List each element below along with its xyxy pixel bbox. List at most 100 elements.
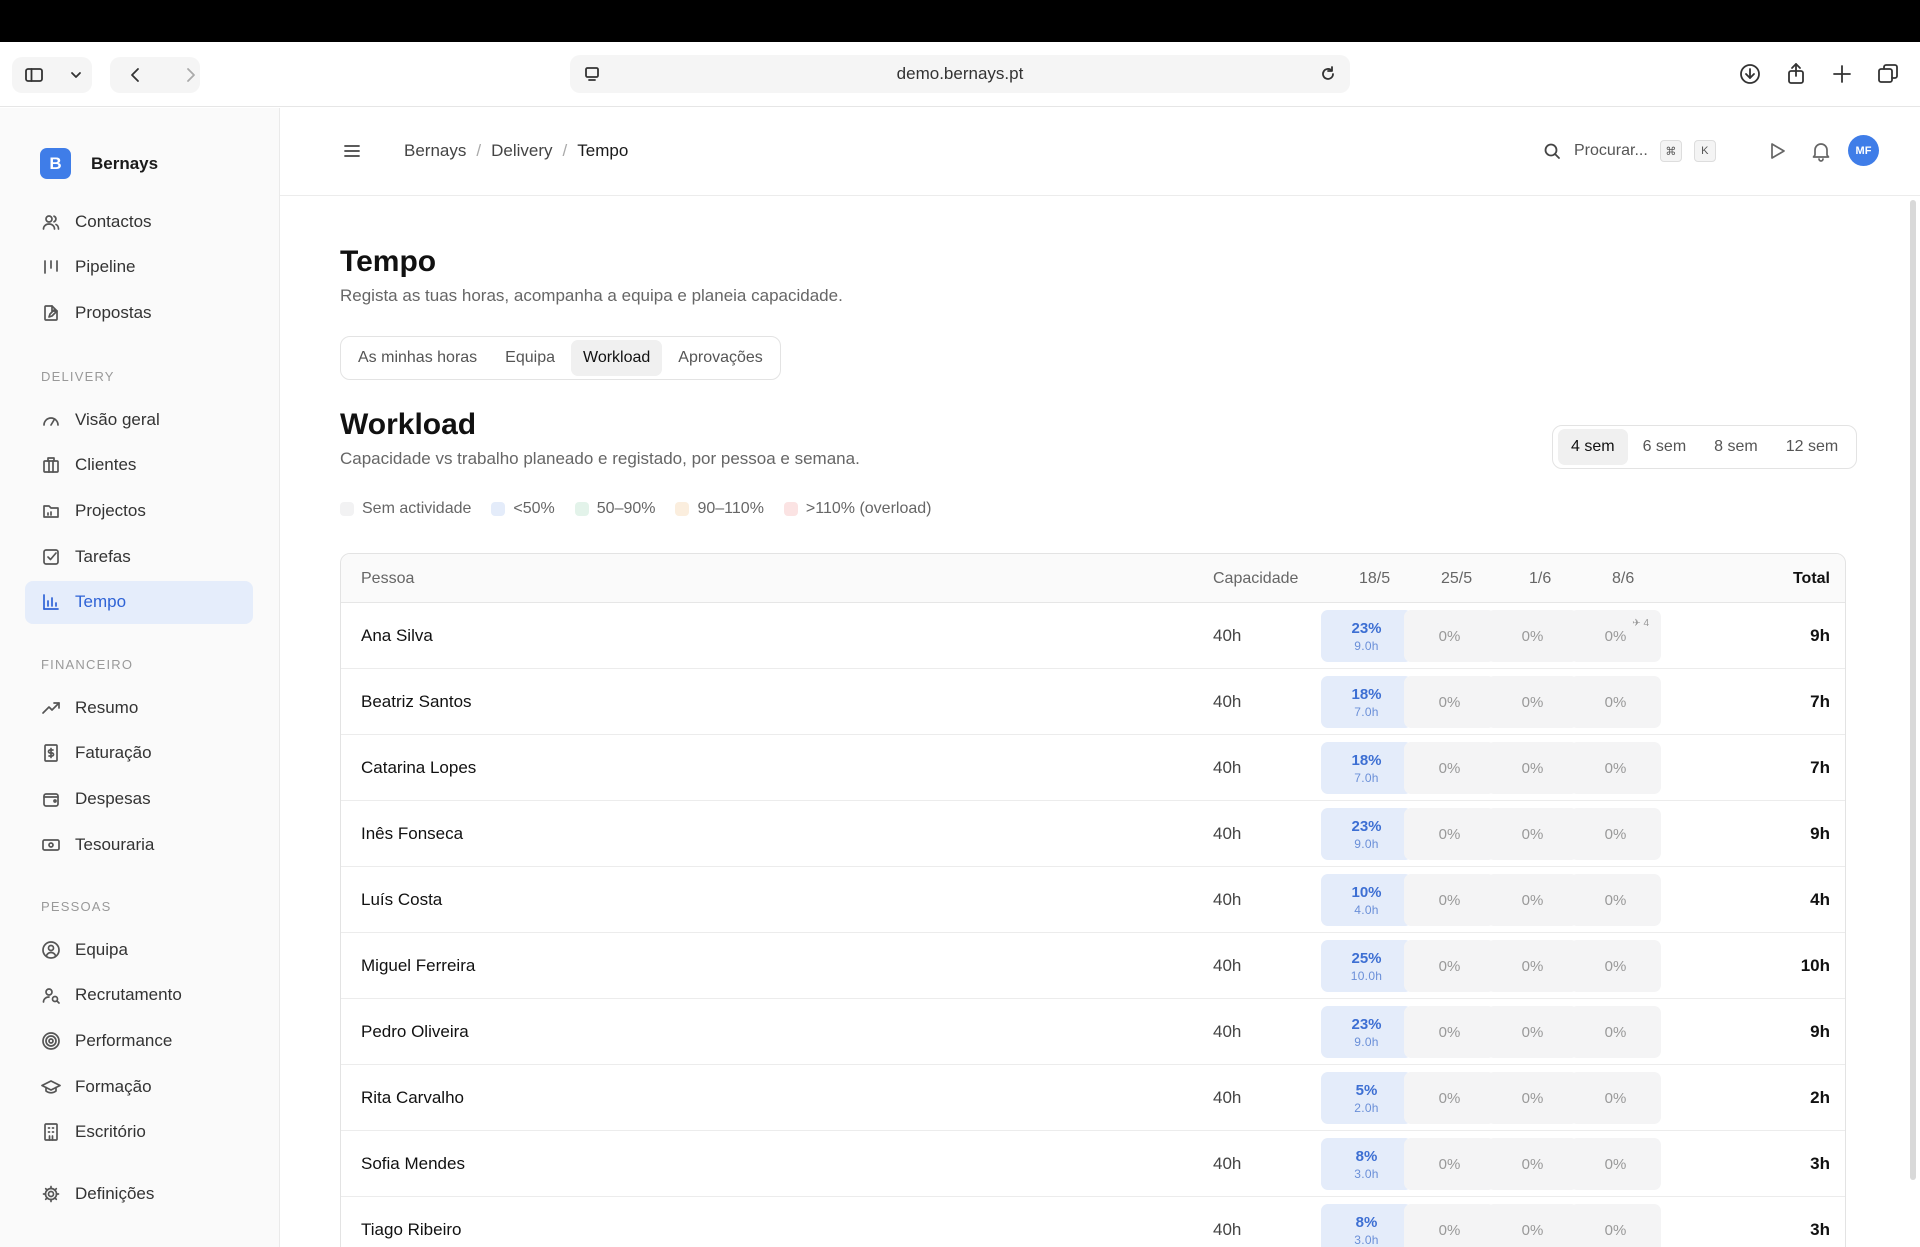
week-load-cell[interactable]: 0% bbox=[1570, 676, 1661, 728]
week-load-cell[interactable]: 0% bbox=[1404, 676, 1495, 728]
person-name[interactable]: Inês Fonseca bbox=[361, 824, 463, 844]
sidebar-toggle-icon[interactable] bbox=[24, 65, 44, 85]
share-icon[interactable] bbox=[1784, 62, 1808, 86]
sidebar-item-definicoes[interactable]: Definições bbox=[25, 1172, 253, 1215]
scrollbar[interactable] bbox=[1910, 200, 1916, 1180]
range-6-sem[interactable]: 6 sem bbox=[1630, 429, 1700, 465]
person-name[interactable]: Tiago Ribeiro bbox=[361, 1220, 461, 1240]
week-load-cell[interactable]: 0% bbox=[1570, 808, 1661, 860]
week-load-cell[interactable]: 0% bbox=[1487, 808, 1578, 860]
week-load-cell[interactable]: 23% 9.0h bbox=[1321, 808, 1412, 860]
sidebar-item-tarefas[interactable]: Tarefas bbox=[25, 535, 253, 578]
week-load-cell[interactable]: 0% bbox=[1487, 940, 1578, 992]
person-name[interactable]: Ana Silva bbox=[361, 626, 433, 646]
week-load-cell[interactable]: 25% 10.0h bbox=[1321, 940, 1412, 992]
sidebar-toggle-group[interactable] bbox=[12, 57, 92, 93]
bell-icon[interactable] bbox=[1810, 140, 1832, 167]
week-load-cell[interactable]: 0% bbox=[1570, 874, 1661, 926]
table-row[interactable]: Rita Carvalho 40h 5% 2.0h 0% 0% 0% 2h bbox=[341, 1065, 1845, 1131]
tabs-overview-icon[interactable] bbox=[1876, 62, 1900, 86]
sidebar-item-performance[interactable]: Performance bbox=[25, 1019, 253, 1062]
sidebar-item-faturacao[interactable]: Faturação bbox=[25, 732, 253, 775]
person-name[interactable]: Catarina Lopes bbox=[361, 758, 476, 778]
week-load-cell[interactable]: 0% ✈ 4 bbox=[1570, 610, 1661, 662]
person-name[interactable]: Sofia Mendes bbox=[361, 1154, 465, 1174]
week-load-cell[interactable]: 0% bbox=[1487, 1006, 1578, 1058]
sidebar-item-pipeline[interactable]: Pipeline bbox=[25, 246, 253, 289]
forward-icon[interactable] bbox=[180, 65, 200, 85]
sidebar-item-visao-geral[interactable]: Visão geral bbox=[25, 398, 253, 441]
download-icon[interactable] bbox=[1738, 62, 1762, 86]
week-load-cell[interactable]: 0% bbox=[1404, 742, 1495, 794]
week-load-cell[interactable]: 8% 3.0h bbox=[1321, 1138, 1412, 1190]
week-load-cell[interactable]: 0% bbox=[1404, 610, 1495, 662]
sidebar-item-propostas[interactable]: Propostas bbox=[25, 291, 253, 334]
week-load-cell[interactable]: 0% bbox=[1570, 1072, 1661, 1124]
back-icon[interactable] bbox=[126, 65, 146, 85]
menu-icon[interactable] bbox=[342, 141, 362, 166]
week-load-cell[interactable]: 5% 2.0h bbox=[1321, 1072, 1412, 1124]
search-button[interactable]: Procurar... ⌘ K bbox=[1542, 140, 1716, 162]
week-load-cell[interactable]: 0% bbox=[1404, 1204, 1495, 1247]
sidebar-item-despesas[interactable]: Despesas bbox=[25, 777, 253, 820]
week-load-cell[interactable]: 0% bbox=[1487, 610, 1578, 662]
table-row[interactable]: Ana Silva 40h 23% 9.0h 0% 0% 0% ✈ 4 9h bbox=[341, 603, 1845, 669]
week-load-cell[interactable]: 0% bbox=[1404, 874, 1495, 926]
week-load-cell[interactable]: 0% bbox=[1487, 742, 1578, 794]
sidebar-item-escritorio[interactable]: Escritório bbox=[25, 1111, 253, 1154]
sidebar-item-equipa[interactable]: Equipa bbox=[25, 928, 253, 971]
week-load-cell[interactable]: 8% 3.0h bbox=[1321, 1204, 1412, 1247]
week-load-cell[interactable]: 18% 7.0h bbox=[1321, 676, 1412, 728]
sidebar-item-tempo[interactable]: Tempo bbox=[25, 580, 253, 624]
tab-workload[interactable]: Workload bbox=[571, 340, 663, 376]
chevron-down-icon[interactable] bbox=[66, 65, 86, 85]
week-load-cell[interactable]: 10% 4.0h bbox=[1321, 874, 1412, 926]
new-tab-icon[interactable] bbox=[1830, 62, 1854, 86]
table-row[interactable]: Miguel Ferreira 40h 25% 10.0h 0% 0% 0% 10h bbox=[341, 933, 1845, 999]
week-load-cell[interactable]: 0% bbox=[1570, 742, 1661, 794]
tab-aprovacoes[interactable]: Aprovações bbox=[666, 340, 775, 376]
brand[interactable]: B Bernays bbox=[40, 148, 158, 179]
week-load-cell[interactable]: 0% bbox=[1487, 1204, 1578, 1247]
table-row[interactable]: Catarina Lopes 40h 18% 7.0h 0% 0% 0% 7h bbox=[341, 735, 1845, 801]
table-row[interactable]: Pedro Oliveira 40h 23% 9.0h 0% 0% 0% 9h bbox=[341, 999, 1845, 1065]
person-name[interactable]: Rita Carvalho bbox=[361, 1088, 464, 1108]
page-settings-icon[interactable] bbox=[582, 64, 602, 84]
play-icon[interactable] bbox=[1766, 140, 1788, 167]
table-row[interactable]: Inês Fonseca 40h 23% 9.0h 0% 0% 0% 9h bbox=[341, 801, 1845, 867]
week-load-cell[interactable]: 0% bbox=[1404, 808, 1495, 860]
table-row[interactable]: Sofia Mendes 40h 8% 3.0h 0% 0% 0% 3h bbox=[341, 1131, 1845, 1197]
column-header-capacidade[interactable]: Capacidade bbox=[1213, 570, 1298, 588]
week-load-cell[interactable]: 0% bbox=[1570, 1006, 1661, 1058]
sidebar-item-recrutamento[interactable]: Recrutamento bbox=[25, 974, 253, 1017]
week-load-cell[interactable]: 23% 9.0h bbox=[1321, 610, 1412, 662]
week-load-cell[interactable]: 0% bbox=[1487, 1072, 1578, 1124]
range-8-sem[interactable]: 8 sem bbox=[1701, 429, 1771, 465]
week-load-cell[interactable]: 0% bbox=[1404, 940, 1495, 992]
avatar[interactable]: MF bbox=[1848, 135, 1879, 166]
person-name[interactable]: Beatriz Santos bbox=[361, 692, 472, 712]
week-load-cell[interactable]: 0% bbox=[1487, 874, 1578, 926]
week-load-cell[interactable]: 0% bbox=[1404, 1072, 1495, 1124]
breadcrumb-item-bernays[interactable]: Bernays bbox=[404, 141, 466, 161]
sidebar-item-resumo[interactable]: Resumo bbox=[25, 686, 253, 729]
week-load-cell[interactable]: 0% bbox=[1570, 940, 1661, 992]
week-load-cell[interactable]: 18% 7.0h bbox=[1321, 742, 1412, 794]
tab-as-minhas-horas[interactable]: As minhas horas bbox=[346, 340, 489, 376]
sidebar-item-clientes[interactable]: Clientes bbox=[25, 444, 253, 487]
week-load-cell[interactable]: 0% bbox=[1404, 1006, 1495, 1058]
week-load-cell[interactable]: 0% bbox=[1570, 1138, 1661, 1190]
person-name[interactable]: Luís Costa bbox=[361, 890, 442, 910]
sidebar-item-formacao[interactable]: Formação bbox=[25, 1065, 253, 1108]
person-name[interactable]: Miguel Ferreira bbox=[361, 956, 475, 976]
week-load-cell[interactable]: 23% 9.0h bbox=[1321, 1006, 1412, 1058]
week-load-cell[interactable]: 0% bbox=[1404, 1138, 1495, 1190]
range-4-sem[interactable]: 4 sem bbox=[1558, 429, 1628, 465]
person-name[interactable]: Pedro Oliveira bbox=[361, 1022, 469, 1042]
sidebar-item-tesouraria[interactable]: Tesouraria bbox=[25, 823, 253, 866]
column-header-pessoa[interactable]: Pessoa bbox=[361, 570, 414, 588]
tab-equipa[interactable]: Equipa bbox=[493, 340, 567, 376]
week-load-cell[interactable]: 0% bbox=[1487, 1138, 1578, 1190]
address-bar[interactable]: demo.bernays.pt bbox=[570, 55, 1350, 93]
table-row[interactable]: Luís Costa 40h 10% 4.0h 0% 0% 0% 4h bbox=[341, 867, 1845, 933]
